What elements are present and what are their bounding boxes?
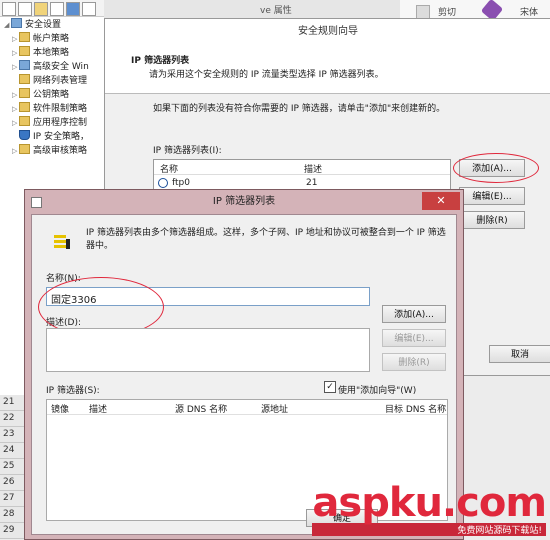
folder-icon	[19, 102, 30, 112]
use-wizard-label: 使用"添加向导"(W)	[338, 386, 417, 396]
tree-item[interactable]: ▷ 高级安全 Win	[12, 60, 112, 73]
wizard-header: IP 筛选器列表 请为采用这个安全规则的 IP 流量类型选择 IP 筛选器列表。	[105, 45, 550, 94]
tree-item-security-settings[interactable]: ◢ 安全设置	[4, 18, 104, 31]
help-icon[interactable]	[66, 2, 80, 16]
ip-security-icon	[19, 130, 30, 140]
highlight-ellipse	[453, 153, 539, 183]
filter-list-header: 名称 描述	[154, 160, 450, 175]
column-header-mirror[interactable]: 镜像	[51, 402, 69, 415]
row-number: 29	[0, 523, 26, 539]
row-header: 21 22 23 24 25 26 27 28 29	[0, 395, 26, 539]
column-header-src-dns[interactable]: 源 DNS 名称	[175, 402, 227, 415]
description-field[interactable]	[46, 328, 370, 372]
dialog-title: IP 筛选器列表	[212, 196, 276, 207]
tree-item[interactable]: ▷ 本地策略	[12, 46, 112, 59]
tree-item-ip-security[interactable]: IP 安全策略，	[12, 130, 112, 143]
wizard-delete-button[interactable]: 删除(R)	[459, 211, 525, 229]
folder-icon	[19, 144, 30, 154]
column-header-src-addr[interactable]: 源地址	[261, 402, 288, 415]
row-desc: 21	[306, 178, 318, 188]
back-icon[interactable]	[2, 2, 16, 16]
wizard-header-desc: 请为采用这个安全规则的 IP 流量类型选择 IP 筛选器列表。	[149, 70, 384, 80]
row-number: 27	[0, 491, 26, 507]
wizard-instruction: 如果下面的列表没有符合你需要的 IP 筛选器，请单击"添加"来创建新的。	[153, 104, 446, 114]
column-header-name[interactable]: 名称	[160, 162, 178, 175]
tree-item[interactable]: ▷ 高级审核策略	[12, 144, 112, 157]
cut-label[interactable]: 剪切	[438, 5, 456, 18]
tree-item[interactable]: ▷ 帐户策略	[12, 32, 112, 45]
row-number: 22	[0, 411, 26, 427]
folder-icon	[19, 74, 30, 84]
panel-icon[interactable]	[82, 2, 96, 16]
row-number: 24	[0, 443, 26, 459]
ip-filters-header: 镜像 描述 源 DNS 名称 源地址 目标 DNS 名称	[47, 400, 447, 415]
tree-item[interactable]: ▷ 软件限制策略	[12, 102, 112, 115]
row-number: 26	[0, 475, 26, 491]
wizard-cancel-button[interactable]: 取消	[489, 345, 550, 363]
list-icon[interactable]	[50, 2, 64, 16]
row-number: 23	[0, 427, 26, 443]
folder-icon	[19, 88, 30, 98]
row-name: ftp0	[172, 178, 190, 188]
dialog-description: IP 筛选器列表由多个筛选器组成。这样，多个子网、IP 地址和协议可被整合到一个…	[86, 228, 446, 251]
use-wizard-checkbox[interactable]: ✓	[324, 381, 336, 393]
column-header-desc[interactable]: 描述	[89, 402, 107, 415]
folder-icon[interactable]	[34, 2, 48, 16]
column-header-dst-dns[interactable]: 目标 DNS 名称	[385, 402, 446, 415]
font-label: 宋体	[520, 8, 539, 18]
watermark-text: aspku.com	[312, 480, 547, 526]
settings-icon	[11, 18, 22, 28]
filter-list-label: IP 筛选器列表(I):	[153, 146, 222, 156]
background-window-title: ve 属性	[104, 0, 404, 19]
ip-filters-label: IP 筛选器(S):	[46, 386, 100, 396]
dialog-delete-button[interactable]: 删除(R)	[382, 353, 446, 371]
dialog-edit-button[interactable]: 编辑(E)...	[382, 329, 446, 347]
close-button[interactable]: ✕	[422, 192, 460, 210]
console-toolbar	[0, 0, 104, 17]
wizard-title: 安全规则向导	[105, 19, 550, 46]
firewall-icon	[19, 60, 30, 70]
folder-icon	[19, 116, 30, 126]
wizard-edit-button[interactable]: 编辑(E)...	[459, 187, 525, 205]
column-header-desc[interactable]: 描述	[304, 162, 322, 175]
watermark-logo: aspku.com 免费网站源码下载站!	[312, 480, 547, 536]
folder-icon	[19, 46, 30, 56]
filter-icon	[54, 235, 70, 253]
tree-item[interactable]: 网络列表管理	[12, 74, 112, 87]
row-number: 28	[0, 507, 26, 523]
paste-icon[interactable]	[416, 5, 430, 19]
tree-item[interactable]: ▷ 应用程序控制	[12, 116, 112, 129]
row-number: 25	[0, 459, 26, 475]
wizard-header-title: IP 筛选器列表	[131, 56, 190, 66]
radio-icon[interactable]	[158, 178, 168, 188]
folder-icon	[19, 32, 30, 42]
dialog-add-button[interactable]: 添加(A)...	[382, 305, 446, 323]
forward-icon[interactable]	[18, 2, 32, 16]
tree-item[interactable]: ▷ 公钥策略	[12, 88, 112, 101]
row-number: 21	[0, 395, 26, 411]
